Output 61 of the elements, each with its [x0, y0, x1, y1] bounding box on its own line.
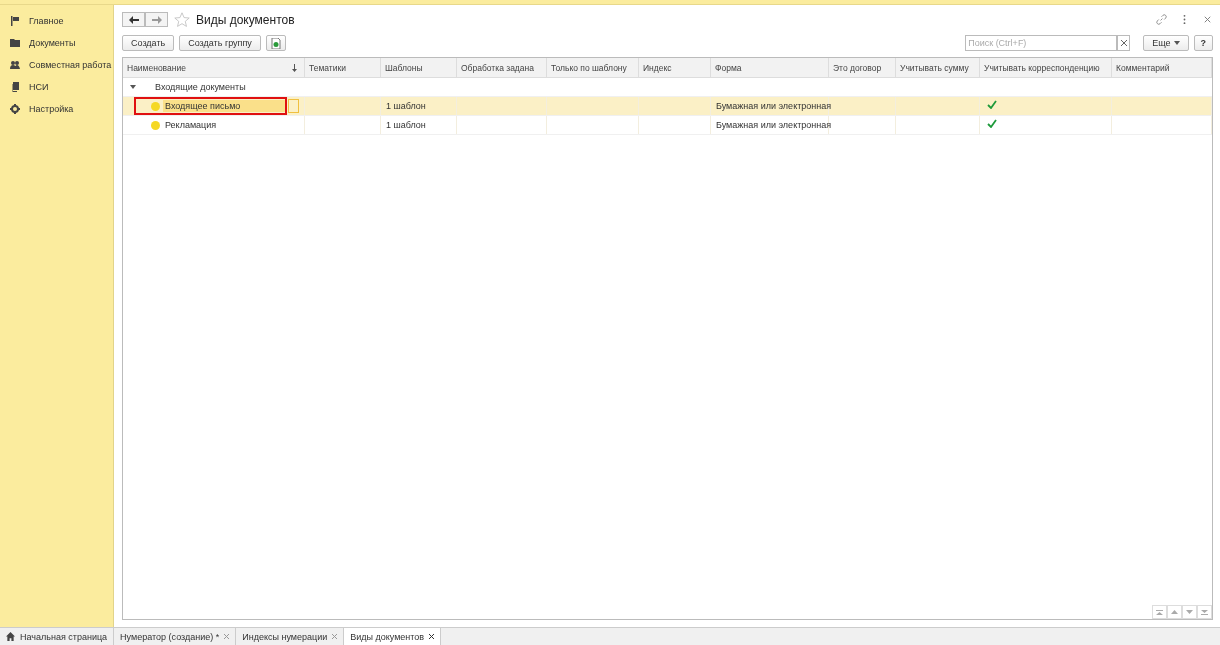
tab[interactable]: Нумератор (создание) *	[114, 628, 237, 645]
sort-arrow-icon	[292, 63, 297, 72]
column-header[interactable]: Тематики	[305, 58, 381, 77]
sidebar-item[interactable]: Настройка	[0, 98, 113, 120]
caret-up-icon	[1171, 610, 1178, 614]
table-cell: 1 шаблон	[386, 101, 426, 111]
expand-triangle-icon[interactable]	[130, 84, 136, 90]
table-cell: Бумажная или электронная	[716, 120, 832, 130]
toolbar-button[interactable]: Создать	[122, 35, 175, 51]
close-icon	[1120, 40, 1127, 46]
back-button[interactable]	[122, 12, 145, 27]
column-header[interactable]: Учитывать сумму	[896, 58, 980, 77]
close-icon[interactable]	[429, 634, 435, 639]
document-icon	[270, 37, 281, 49]
clear-button[interactable]	[1117, 35, 1131, 51]
sidebar-item[interactable]: Главное	[0, 10, 113, 32]
column-header[interactable]: Это договор	[829, 58, 896, 77]
column-header[interactable]: Форма	[711, 58, 829, 77]
scroll-down-button[interactable]	[1182, 605, 1197, 619]
folder-icon	[10, 38, 20, 48]
star-icon[interactable]	[174, 11, 190, 28]
forward-arrow-icon	[151, 15, 162, 24]
page-title: Виды документов	[196, 12, 295, 27]
scroll-up-button[interactable]	[1167, 605, 1182, 619]
table-cell: 1 шаблон	[386, 120, 426, 130]
table-row[interactable]: Входящее письмо 1 шаблон Бумажная или электронная	[123, 97, 1212, 116]
link-icon[interactable]	[1156, 14, 1167, 25]
column-header[interactable]: Учитывать корреспонденцию	[980, 58, 1112, 77]
table-cell: Бумажная или электронная	[716, 101, 832, 111]
tab[interactable]: Начальная страница	[0, 628, 115, 645]
sidebar-item[interactable]: НСИ	[0, 76, 113, 98]
people-icon	[10, 60, 20, 70]
column-header[interactable]: Обработка задана	[457, 58, 547, 77]
help-button[interactable]: ?	[1193, 35, 1213, 51]
scroll-bottom-icon	[1201, 609, 1208, 615]
settings-icon	[10, 104, 20, 114]
back-arrow-icon	[128, 15, 139, 24]
table-row[interactable]: Рекламация 1 шаблон Бумажная или электронная	[123, 116, 1212, 135]
group-name: Входящие документы	[155, 82, 246, 92]
scroll-top-button[interactable]	[1152, 605, 1167, 619]
column-header[interactable]: Комментарий	[1112, 58, 1212, 77]
caret-down-icon	[1186, 610, 1193, 614]
sidebar-item[interactable]: Совместная работа	[0, 54, 113, 76]
home-icon	[6, 632, 15, 641]
tab[interactable]: Виды документов	[344, 628, 442, 645]
column-header[interactable]: Шаблоны	[381, 58, 457, 77]
table-cell-text: Рекламация	[164, 119, 218, 131]
sidebar-item[interactable]: Документы	[0, 32, 113, 54]
refresh-button[interactable]	[265, 35, 286, 51]
table-cell: Входящее письмо	[163, 100, 286, 112]
flag-icon	[10, 16, 20, 26]
search-field[interactable]: Поиск (Ctrl+F)	[965, 35, 1118, 51]
more-button[interactable]: Еще	[1143, 35, 1189, 51]
column-header[interactable]: Индекс	[639, 58, 711, 77]
books-icon	[10, 82, 20, 92]
toolbar-button[interactable]: Создать группу	[179, 35, 261, 51]
scroll-bottom-button[interactable]	[1197, 605, 1212, 619]
scroll-top-icon	[1156, 609, 1163, 615]
column-header[interactable]: Наименование	[123, 58, 305, 77]
caret-icon	[1173, 41, 1180, 45]
column-header[interactable]: Только по шаблону	[547, 58, 639, 77]
